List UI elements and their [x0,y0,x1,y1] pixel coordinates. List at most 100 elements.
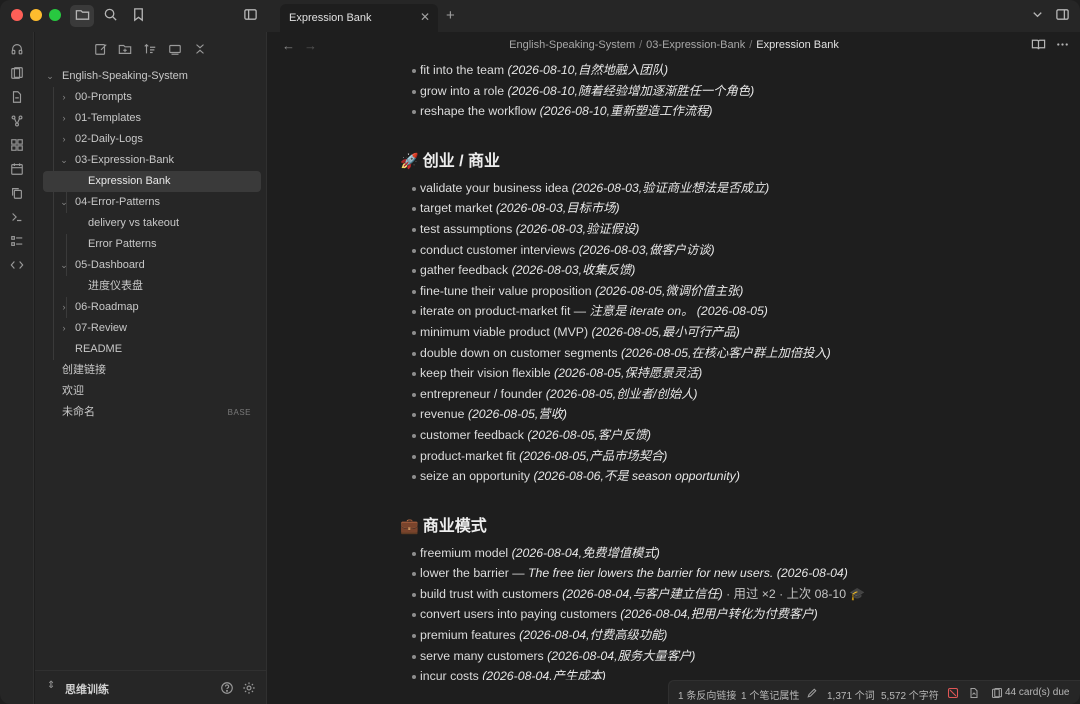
expression-text: reshape the workflow [420,104,540,119]
list-item: fit into the team (2026-08-10,自然地融入团队) [400,60,1020,81]
settings-gear-icon[interactable] [241,680,257,696]
list-item: fine-tune their value proposition (2026-… [400,281,1020,302]
usage-meta: · 用过 ×2 · 上次 08-10 🎓 [722,586,865,601]
folder-label: 01-Templates [75,112,142,124]
app-window: Expression Bank ✕ + ⌄ English-Speaking-S… [0,0,1080,704]
list-item: test assumptions (2026-08-03,验证假设) [400,219,1020,240]
folder-05-dashboard[interactable]: ⌄ 05-Dashboard [43,255,261,276]
expression-text: minimum viable product (MVP) [420,324,592,339]
heading-text: 商业模式 [422,517,487,535]
ribbon-document-icon[interactable] [8,88,26,106]
list-item: minimum viable product (MVP) (2026-08-05… [400,322,1020,343]
list-item: build trust with customers (2026-08-04,与… [400,584,1020,605]
tab-expression-bank[interactable]: Expression Bank ✕ [280,4,438,32]
ribbon-terminal-icon[interactable] [8,208,26,226]
file-create-link[interactable]: 创建链接 [43,360,261,381]
breadcrumb-item[interactable]: English-Speaking-System [509,39,635,51]
chevron-down-icon [1030,7,1045,25]
new-tab-button[interactable]: + [446,8,455,23]
folder-00-prompts[interactable]: › 00-Prompts [43,87,261,108]
list-item: target market (2026-08-03,目标市场) [400,198,1020,219]
file-error-patterns[interactable]: Error Patterns [43,234,261,255]
sort-icon[interactable] [141,40,159,58]
ribbon-headphones-icon[interactable] [8,40,26,58]
ribbon-graph-icon[interactable] [8,112,26,130]
folder-label: 00-Prompts [75,91,132,103]
expression-note: (2026-08-04,服务大量客户) [547,648,696,663]
toggle-sidebar-button[interactable] [238,5,262,27]
expression-text: fit into the team [420,63,508,77]
flashcard-icon[interactable] [990,686,1003,699]
list-item: product-market fit (2026-08-05,产品市场契合) [400,446,1020,467]
tab-list-button[interactable] [1025,5,1049,27]
close-window-button[interactable] [11,9,23,21]
tab-title: Expression Bank [289,12,372,24]
file-untitled[interactable]: 未命名 BASE [43,402,261,423]
chevron-down-icon: ⌄ [60,197,68,207]
chevron-right-icon: › [62,134,66,144]
expression-text: conduct customer interviews [420,242,579,257]
sync-error-icon[interactable] [946,686,959,699]
list-item: seize an opportunity (2026-08-06,不是 seas… [400,466,1020,487]
new-note-icon[interactable] [92,40,110,58]
ribbon-flashcards-icon[interactable] [8,64,26,82]
expression-note: (2026-08-05,创业者/创始人) [545,386,698,401]
vault-switch-icon[interactable]: ⇕ [47,680,55,691]
search-button[interactable] [98,5,122,27]
ribbon-code-icon[interactable] [8,256,26,274]
folder-04-error-patterns[interactable]: ⌄ 04-Error-Patterns [43,192,261,213]
folder-label: 07-Review [75,322,127,334]
breadcrumb-current[interactable]: Expression Bank [756,39,839,51]
file-delivery-vs-takeout[interactable]: delivery vs takeout [43,213,261,234]
expression-note: (2026-08-03,收集反馈) [511,263,636,278]
file-progress-dashboard[interactable]: 进度仪表盘 [43,276,261,297]
file-explorer-toggle[interactable] [70,5,94,27]
char-count: 5,572 个字符 [881,691,939,702]
expression-note: (2026-08-03,验证假设) [515,221,640,236]
pencil-icon[interactable] [805,686,818,699]
cards-due-count[interactable]: 44 card(s) due [1005,687,1069,698]
book-open-icon [1031,37,1046,55]
folder-03-expression-bank[interactable]: ⌄ 03-Expression-Bank [43,150,261,171]
auto-reveal-icon[interactable] [166,40,184,58]
vault-name[interactable]: 思维训练 [65,681,109,697]
breadcrumb-item[interactable]: 03-Expression-Bank [646,39,745,51]
properties-count[interactable]: 1 个笔记属性 [741,687,799,702]
minimize-window-button[interactable] [30,9,42,21]
expression-note: (2026-08-10,自然地融入团队) [507,63,669,77]
folder-label: 03-Expression-Bank [75,154,175,166]
document-sync-icon[interactable] [967,686,980,699]
file-readme[interactable]: README [43,339,261,360]
ribbon-grid-icon[interactable] [8,136,26,154]
help-icon[interactable] [219,680,235,696]
reading-view-button[interactable] [1026,35,1050,57]
folder-root[interactable]: ⌄ English-Speaking-System [43,66,261,87]
new-folder-icon[interactable] [116,40,134,58]
search-icon [103,7,118,25]
folder-02-daily-logs[interactable]: › 02-Daily-Logs [43,129,261,150]
ribbon [0,32,34,704]
expression-text: gather feedback [420,263,512,278]
heading-text: 创业 / 商业 [422,152,501,170]
ribbon-calendar-icon[interactable] [8,160,26,178]
bookmarks-button[interactable] [126,5,150,27]
folder-01-templates[interactable]: › 01-Templates [43,108,261,129]
ribbon-copy-icon[interactable] [8,184,26,202]
backlinks-count[interactable]: 1 条反向链接 [678,687,736,702]
folder-label: 04-Error-Patterns [75,196,160,208]
list-item: freemium model (2026-08-04,免费增值模式) [400,543,1020,564]
folder-07-review[interactable]: › 07-Review [43,318,261,339]
more-options-button[interactable] [1050,35,1074,57]
file-welcome[interactable]: 欢迎 [43,381,261,402]
collapse-all-icon[interactable] [191,40,209,58]
zoom-window-button[interactable] [49,9,61,21]
list-item: entrepreneur / founder (2026-08-05,创业者/创… [400,384,1020,405]
editor-content[interactable]: fit into the team (2026-08-10,自然地融入团队) g… [268,60,1080,680]
file-expression-bank[interactable]: Expression Bank [43,171,261,192]
tab-close-icon[interactable]: ✕ [420,10,430,24]
expression-note: (2026-08-05,营收) [467,407,567,422]
ribbon-list-icon[interactable] [8,232,26,250]
toggle-right-sidebar-button[interactable] [1050,5,1074,27]
folder-06-roadmap[interactable]: › 06-Roadmap [43,297,261,318]
section-heading-business-model: 💼 商业模式 [400,511,1020,543]
